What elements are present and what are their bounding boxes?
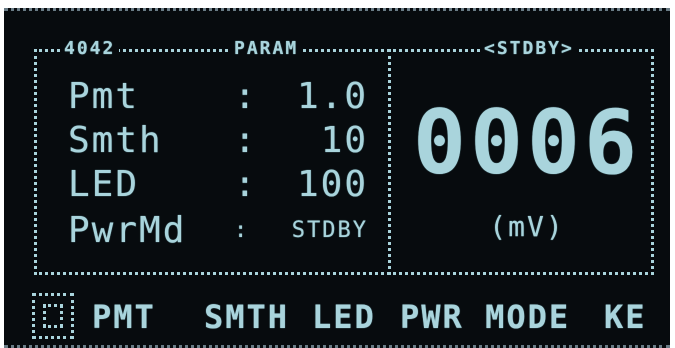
corner-box-icon[interactable] <box>32 293 74 339</box>
param-value: 10 <box>320 120 368 161</box>
lcd-panel: 4042 PARAM <STDBY> Pmt : 1.0 Smth : 10 L… <box>4 8 670 348</box>
softkey-pwr-mode[interactable]: PWR MODE <box>400 297 570 337</box>
param-row-pwrmd: PwrMd : STDBY <box>68 211 368 251</box>
param-row-led: LED : 100 <box>68 165 368 205</box>
param-label: Pmt <box>68 76 140 117</box>
param-label: LED <box>68 164 140 205</box>
softkey-ke[interactable]: KE <box>604 297 647 337</box>
frame-divider <box>388 49 391 275</box>
param-separator: : <box>234 218 250 243</box>
param-label: Smth <box>68 120 163 161</box>
reading-unit: (mV) <box>489 210 565 243</box>
param-value: 1.0 <box>296 76 368 117</box>
header-section-label: PARAM <box>230 35 303 63</box>
param-row-smth: Smth : 10 <box>68 121 368 161</box>
param-separator: : <box>234 164 258 205</box>
softkey-led[interactable]: LED <box>312 297 376 337</box>
param-label: PwrMd <box>68 210 187 251</box>
header-state-label: <STDBY> <box>480 35 578 63</box>
reading-value: 0006 <box>413 91 641 194</box>
param-separator: : <box>234 120 258 161</box>
softkey-pmt[interactable]: PMT <box>92 297 156 337</box>
param-value: 100 <box>296 164 368 205</box>
param-row-pmt: Pmt : 1.0 <box>68 77 368 117</box>
softkey-smth[interactable]: SMTH <box>204 297 289 337</box>
param-value: STDBY <box>291 218 368 243</box>
param-separator: : <box>234 76 258 117</box>
header-mode-label: 4042 <box>60 35 120 63</box>
